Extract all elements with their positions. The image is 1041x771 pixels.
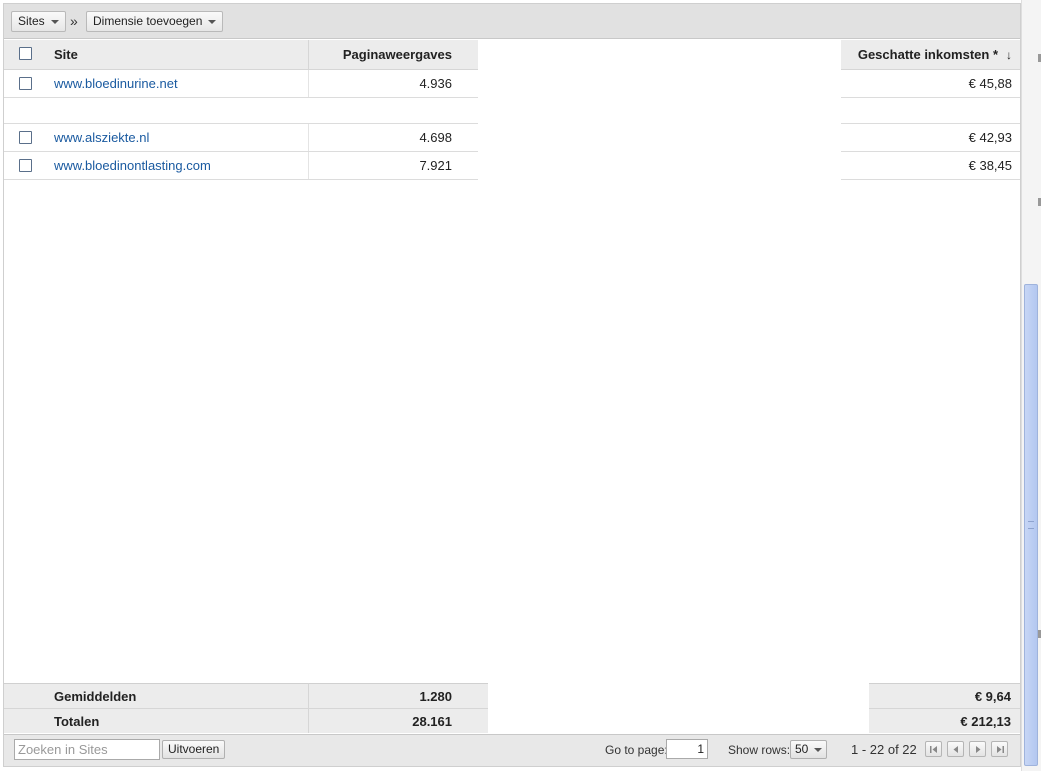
table-row: www.bloedinontlasting.com 7.921 € 38,45 bbox=[4, 152, 1020, 180]
earnings-column-label: Geschatte inkomsten * bbox=[857, 47, 998, 62]
averages-label-cell: Gemiddelden bbox=[4, 683, 308, 708]
earnings-column-header[interactable]: Geschatte inkomsten * ↓ bbox=[841, 40, 1020, 70]
add-dimension-label: Dimensie toevoegen bbox=[93, 14, 203, 28]
scrollbar-thumb[interactable] bbox=[1024, 284, 1038, 766]
row-divider bbox=[841, 179, 1020, 180]
chevron-down-icon bbox=[50, 19, 59, 24]
previous-page-icon bbox=[953, 746, 958, 753]
search-input[interactable] bbox=[14, 739, 160, 760]
totals-earnings: € 212,13 bbox=[869, 708, 1020, 733]
totals-pageviews: 28.161 bbox=[308, 708, 488, 733]
vertical-scrollbar[interactable] bbox=[1021, 0, 1041, 771]
add-dimension-dropdown[interactable]: Dimensie toevoegen bbox=[86, 11, 224, 32]
site-column-label: Site bbox=[54, 47, 78, 62]
chevron-down-icon bbox=[208, 19, 217, 24]
row-checkbox[interactable] bbox=[19, 131, 32, 144]
row-divider bbox=[841, 97, 1020, 98]
averages-pageviews: 1.280 bbox=[308, 683, 488, 708]
pagination-bar: Uitvoeren Go to page: 1 Show rows: 50 1 … bbox=[4, 734, 1020, 766]
go-to-page-label: Go to page: bbox=[605, 743, 668, 757]
sites-dropdown-label: Sites bbox=[18, 14, 45, 28]
show-rows-label: Show rows: bbox=[728, 743, 791, 757]
rows-per-page-value: 50 bbox=[795, 742, 809, 756]
totals-label-cell: Totalen bbox=[4, 708, 308, 733]
breadcrumb-separator: » bbox=[70, 13, 78, 29]
scrollbar-grip-icon bbox=[1028, 521, 1034, 529]
site-link[interactable]: www.alsziekte.nl bbox=[54, 124, 149, 152]
pageviews-column-header[interactable]: Paginaweergaves bbox=[308, 40, 478, 70]
table-header: Site Paginaweergaves Geschatte inkomsten… bbox=[4, 40, 1020, 70]
earnings-cell: € 42,93 bbox=[968, 130, 1012, 145]
averages-label: Gemiddelden bbox=[54, 689, 137, 704]
last-page-icon bbox=[997, 746, 1004, 753]
row-divider bbox=[4, 179, 478, 180]
table-row: www.bloedinurine.net 4.936 € 45,88 bbox=[4, 70, 1020, 98]
next-page-button[interactable] bbox=[969, 741, 986, 757]
pageviews-column-label: Paginaweergaves bbox=[342, 47, 452, 62]
sites-dropdown[interactable]: Sites bbox=[11, 11, 66, 32]
row-divider bbox=[4, 97, 478, 98]
pageviews-cell: 4.698 bbox=[308, 124, 452, 152]
dimension-toolbar: Sites » Dimensie toevoegen bbox=[4, 4, 1020, 39]
report-panel: Sites » Dimensie toevoegen Site Paginawe… bbox=[3, 3, 1021, 767]
totals-label: Totalen bbox=[54, 714, 100, 729]
first-page-icon bbox=[930, 746, 937, 753]
rows-per-page-select[interactable]: 50 bbox=[790, 740, 828, 759]
page-number-input[interactable]: 1 bbox=[666, 739, 708, 759]
report-window: Sites » Dimensie toevoegen Site Paginawe… bbox=[0, 0, 1041, 771]
next-page-icon bbox=[976, 746, 981, 753]
totals-row: Totalen 28.161 € 212,13 bbox=[4, 708, 1020, 733]
site-link[interactable]: www.bloedinontlasting.com bbox=[54, 152, 211, 180]
row-checkbox[interactable] bbox=[19, 77, 32, 90]
earnings-cell: € 45,88 bbox=[968, 76, 1012, 91]
row-checkbox[interactable] bbox=[19, 159, 32, 172]
pageviews-cell: 7.921 bbox=[308, 152, 452, 180]
site-link[interactable]: www.bloedinurine.net bbox=[54, 70, 178, 98]
last-page-button[interactable] bbox=[991, 741, 1008, 757]
averages-row: Gemiddelden 1.280 € 9,64 bbox=[4, 683, 1020, 708]
averages-earnings: € 9,64 bbox=[869, 683, 1020, 708]
search-submit-button[interactable]: Uitvoeren bbox=[162, 740, 226, 759]
select-all-checkbox[interactable] bbox=[19, 47, 32, 60]
earnings-cell: € 38,45 bbox=[968, 158, 1012, 173]
first-page-button[interactable] bbox=[925, 741, 942, 757]
table-row: www.alsziekte.nl 4.698 € 42,93 bbox=[4, 124, 1020, 152]
pageviews-cell: 4.936 bbox=[308, 70, 452, 98]
site-column-header[interactable]: Site bbox=[4, 40, 308, 70]
chevron-down-icon bbox=[814, 747, 823, 752]
previous-page-button[interactable] bbox=[947, 741, 964, 757]
page-range-text: 1 - 22 of 22 bbox=[851, 742, 917, 757]
sort-descending-icon: ↓ bbox=[1006, 48, 1012, 62]
